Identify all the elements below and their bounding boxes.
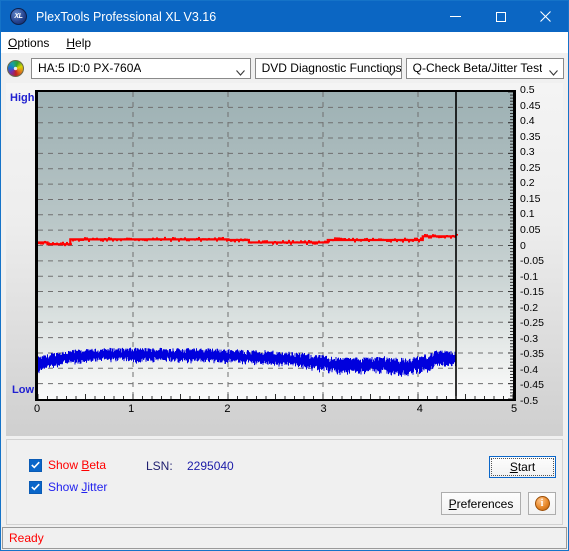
show-beta-label: Show Beta [48, 458, 107, 472]
y-tick-label: -0.3 [520, 332, 539, 345]
preferences-button[interactable]: Preferences [441, 492, 521, 515]
y-tick-label: -0.2 [520, 301, 539, 314]
menu-bar: Options Help [1, 32, 568, 53]
chevron-down-icon [549, 65, 558, 76]
plot-area [35, 90, 516, 401]
y-tick-label: 0.05 [520, 223, 541, 236]
test-select[interactable]: Q-Check Beta/Jitter Test [405, 57, 564, 79]
function-select[interactable]: DVD Diagnostic Functions [254, 57, 402, 79]
y-tick-label: 0.35 [520, 130, 541, 143]
show-jitter-label: Show Jitter [48, 480, 108, 494]
y-tick-label: -0.15 [520, 286, 544, 299]
y-tick-label: 0 [520, 239, 526, 252]
y-tick-label: 0.3 [520, 146, 535, 159]
controls-panel: Show Beta Show Jitter LSN: 2295040 Start… [6, 439, 563, 525]
y-tick-label: -0.1 [520, 270, 539, 283]
disc-icon [7, 59, 24, 77]
y-tick-label: -0.45 [520, 379, 544, 392]
minimize-icon[interactable] [433, 1, 478, 32]
lsn-value: 2295040 [187, 459, 234, 473]
y-tick-label: 0.5 [520, 84, 535, 96]
lsn-label: LSN: [146, 459, 173, 473]
chevron-down-icon [235, 65, 245, 76]
plot-canvas [38, 92, 513, 399]
plot-svg [38, 92, 513, 399]
y-tick-label: -0.5 [520, 395, 539, 407]
function-select-value: DVD Diagnostic Functions [261, 61, 401, 75]
info-button[interactable]: i [528, 492, 556, 515]
axis-label-low: Low [12, 384, 34, 396]
status-text: Ready [9, 531, 44, 545]
chevron-down-icon [386, 65, 396, 76]
axis-label-high: High [10, 92, 35, 104]
y-axis-labels: 0.5 0.45 0.4 0.35 0.3 0.25 0.2 0.15 0.1 0.05 0 -0.0… [520, 83, 560, 413]
y-tick-label: -0.4 [520, 363, 539, 376]
x-axis-labels: 0 1 2 3 4 5 [33, 403, 518, 419]
x-tick-label: 0 [33, 403, 41, 415]
x-tick-label: 5 [510, 403, 518, 415]
application-window: XL PlexTools Professional XL V3.16 Optio… [0, 0, 569, 551]
x-tick-label: 4 [416, 403, 423, 415]
y-tick-label: 0.4 [520, 115, 535, 128]
app-icon: XL [10, 8, 27, 25]
checkbox-checked-icon[interactable] [29, 480, 42, 494]
chart-panel: High Low 0 1 2 3 4 5 0.5 0.45 0.4 0.35 0.3 0.25 0.2… [6, 83, 563, 436]
y-tick-label: -0.05 [520, 255, 544, 268]
y-tick-label: 0.15 [520, 192, 541, 205]
title-bar: XL PlexTools Professional XL V3.16 [1, 1, 568, 32]
x-tick-label: 2 [224, 403, 231, 415]
status-bar: Ready [2, 527, 567, 549]
y-tick-label: -0.35 [520, 348, 544, 361]
preferences-button-label: Preferences [448, 496, 514, 511]
start-button-label: Start [509, 460, 536, 474]
menu-help-label: elp [75, 35, 92, 50]
window-title: PlexTools Professional XL V3.16 [36, 9, 217, 24]
menu-options-label: ptions [17, 35, 50, 50]
menu-item-help[interactable]: Help [66, 36, 91, 50]
show-jitter-checkbox-row[interactable]: Show Jitter [29, 480, 107, 494]
test-select-value: Q-Check Beta/Jitter Test [412, 61, 543, 75]
show-beta-checkbox-row[interactable]: Show Beta [29, 458, 106, 472]
info-icon: i [534, 496, 550, 511]
checkbox-checked-icon[interactable] [29, 458, 42, 472]
start-button[interactable]: Start [489, 456, 556, 478]
menu-item-options[interactable]: Options [8, 36, 49, 50]
close-icon[interactable] [523, 1, 568, 32]
y-tick-label: -0.25 [520, 317, 544, 330]
toolbar: HA:5 ID:0 PX-760A DVD Diagnostic Functio… [1, 53, 568, 83]
y-tick-label: 0.25 [520, 161, 541, 174]
maximize-icon[interactable] [478, 1, 523, 32]
window-controls [433, 1, 568, 32]
drive-select-value: HA:5 ID:0 PX-760A [38, 61, 142, 75]
x-tick-label: 3 [320, 403, 327, 415]
x-tick-label: 1 [128, 403, 135, 415]
y-tick-label: 0.45 [520, 99, 541, 112]
drive-select[interactable]: HA:5 ID:0 PX-760A [31, 57, 251, 79]
y-tick-label: 0.2 [520, 177, 535, 190]
y-tick-label: 0.1 [520, 208, 535, 221]
